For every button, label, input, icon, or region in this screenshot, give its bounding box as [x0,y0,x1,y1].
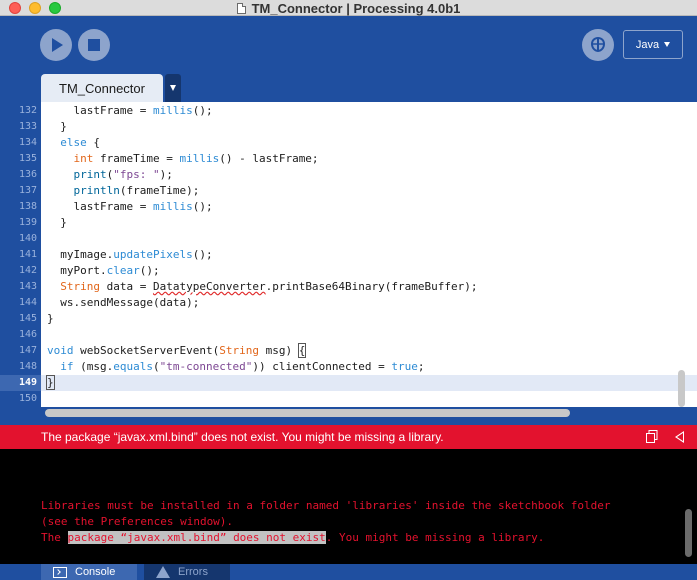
line-number: 141 [18,249,37,260]
tab-errors-label: Errors [178,566,208,578]
code-line: 140 [0,231,697,247]
chevron-down-icon [664,42,671,47]
line-number: 135 [18,153,37,164]
document-icon [236,2,246,14]
mode-label: Java [635,38,660,51]
code-line: 136 print("fps: "); [0,167,697,183]
tab-menu-button[interactable] [165,74,181,102]
warning-icon [156,566,170,578]
code-text: } [47,312,54,325]
line-number: 138 [18,201,37,212]
line-number: 140 [18,233,37,244]
collapse-console-icon[interactable] [675,431,684,443]
editor-vertical-scrollbar[interactable] [678,370,685,407]
toolbar: Java [0,17,697,73]
code-lines: 132 lastFrame = millis(); 133 } 134 else… [0,103,697,407]
copy-icon[interactable] [646,430,658,443]
code-text: myPort.clear(); [47,264,160,277]
console-line: Libraries must be installed in a folder … [41,499,611,512]
line-number: 139 [18,217,37,228]
code-line: 146 [0,327,697,343]
stop-button[interactable] [78,29,110,61]
code-text: else { [60,136,100,149]
code-line: 134 else { [0,135,697,151]
window-title: TM_Connector | Processing 4.0b1 [251,0,461,16]
code-line: 138 lastFrame = millis(); [0,199,697,215]
code-line: 137 println(frameTime); [0,183,697,199]
line-number: 149 [18,377,37,388]
code-line: 145} [0,311,697,327]
code-text: ws.sendMessage(data); [47,296,200,309]
line-number: 136 [18,169,37,180]
error-message: The package “javax.xml.bind” does not ex… [41,430,444,444]
mode-selector[interactable]: Java [623,30,683,59]
code-text: } [47,216,67,229]
line-number: 133 [18,121,37,132]
editor-horizontal-scrollbar[interactable] [45,409,570,417]
run-button[interactable] [40,29,72,61]
code-line: 141 myImage.updatePixels(); [0,247,697,263]
console-line-prefix: The [41,531,68,544]
console-line-suffix: . You might be missing a library. [325,531,545,544]
code-line: 133 } [0,119,697,135]
code-line: 132 lastFrame = millis(); [0,103,697,119]
code-editor[interactable]: 132 lastFrame = millis(); 133 } 134 else… [0,102,697,407]
code-line: 144 ws.sendMessage(data); [0,295,697,311]
code-text: if (msg.equals("tm-connected")) clientCo… [60,360,425,373]
debug-button[interactable] [582,29,614,61]
tab-errors[interactable]: Errors [144,564,230,580]
line-number: 147 [18,345,37,356]
text-cursor [53,376,55,390]
code-text: print("fps: "); [73,168,173,181]
line-number: 148 [18,361,37,372]
tab-tm-connector[interactable]: TM_Connector [41,74,163,102]
code-line: 143 String data = DatatypeConverter.prin… [0,279,697,295]
tab-console-label: Console [75,566,116,578]
sketch-tab-bar: TM_Connector [0,73,697,102]
line-number: 142 [18,265,37,276]
code-line: 147 void webSocketServerEvent(String msg)… [0,343,697,359]
console-selected-text: package “javax.xml.bind” does not exist [67,531,326,544]
code-text: lastFrame = millis(); [47,104,213,117]
line-number: 144 [18,297,37,308]
line-number: 137 [18,185,37,196]
error-status-bar: The package “javax.xml.bind” does not ex… [0,425,697,449]
code-text: int frameTime = millis() - lastFrame; [73,152,319,165]
line-number: 145 [18,313,37,324]
line-number: 132 [18,105,37,116]
code-line: 135 int frameTime = millis() - lastFrame… [0,151,697,167]
window-titlebar: TM_Connector | Processing 4.0b1 [0,0,697,16]
code-text: println(frameTime); [73,184,200,197]
console-scrollbar[interactable] [685,509,692,557]
code-text: } [47,120,67,133]
line-number: 143 [18,281,37,292]
console-line: (see the Preferences window). [41,515,234,528]
code-line: 148 if (msg.equals("tm-connected")) clie… [0,359,697,375]
code-text: lastFrame = millis(); [47,200,213,213]
console-icon [53,566,67,578]
line-number: 146 [18,329,37,340]
stop-icon [88,39,100,51]
code-text: String data = DatatypeConverter.printBas… [60,280,478,293]
chevron-down-icon [170,85,176,91]
butterfly-icon [590,36,606,53]
console-output: Libraries must be installed in a folder … [41,498,611,546]
code-line-current: 149} [0,375,697,391]
code-line: 139 } [0,215,697,231]
code-text: } [46,375,55,390]
code-line: 150 [0,391,697,407]
line-number: 150 [18,393,37,404]
code-line: 142 myPort.clear(); [0,263,697,279]
bottom-tab-bar: Console Errors [0,564,697,580]
tab-console[interactable]: Console [41,564,137,580]
code-text: void webSocketServerEvent(String msg) { [47,343,307,358]
window-title-group: TM_Connector | Processing 4.0b1 [0,0,697,16]
code-text: myImage.updatePixels(); [47,248,213,261]
play-icon [52,38,63,52]
line-number: 134 [18,137,37,148]
console-panel: Libraries must be installed in a folder … [0,449,697,564]
